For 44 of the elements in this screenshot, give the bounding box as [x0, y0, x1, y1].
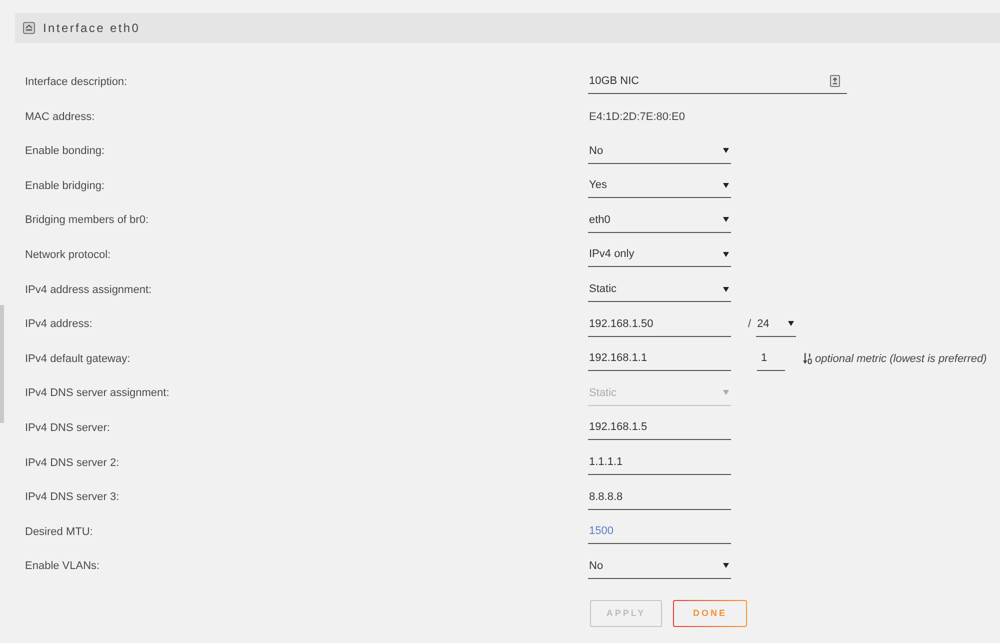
caret-icon [723, 252, 729, 257]
field-label: Desired MTU: [25, 526, 93, 538]
metric-field[interactable]: 1 [757, 346, 785, 372]
field-label: Network protocol: [25, 248, 111, 261]
caret-icon [723, 390, 729, 396]
metric-hint: optional metric (lowest is preferred) [815, 352, 987, 365]
dropdown[interactable]: eth0 [588, 208, 731, 233]
field-label: IPv4 DNS server 2: [25, 456, 120, 469]
field-label: MAC address: [25, 110, 95, 123]
dropdown[interactable]: Static [588, 277, 731, 302]
field-label: IPv4 DNS server: [25, 422, 110, 434]
caret-icon [788, 321, 794, 326]
text-field[interactable]: 10GB NIC [588, 69, 847, 94]
text-field[interactable]: 1.1.1.1 [588, 450, 731, 476]
text-field[interactable]: 192.168.1.50 [588, 312, 731, 337]
text-field[interactable]: 192.168.1.5 [588, 415, 731, 440]
mac-address-value: E4:1D:2D:7E:80:E0 [588, 110, 686, 123]
slash-separator: / [748, 318, 752, 330]
field-label: IPv4 DNS server 3: [25, 491, 120, 504]
field-label: Enable VLANs: [25, 560, 100, 572]
text-field[interactable]: 192.168.1.1 [588, 346, 731, 372]
text-field[interactable]: 8.8.8.8 [588, 484, 731, 510]
field-label: IPv4 address: [25, 318, 92, 330]
caret-icon [723, 286, 729, 292]
field-label: Interface description: [25, 76, 128, 88]
caret-icon [723, 148, 729, 154]
caret-icon [723, 182, 729, 188]
caret-icon [723, 217, 729, 222]
dropdown[interactable]: IPv4 only [588, 242, 731, 268]
field-label: Enable bridging: [25, 180, 105, 192]
field-label: IPv4 default gateway: [25, 352, 130, 365]
dropdown[interactable]: No [588, 554, 731, 579]
dropdown[interactable]: Yes [588, 173, 731, 198]
prefix-length-dropdown[interactable]: 24 [756, 312, 796, 337]
caret-icon [723, 563, 729, 568]
field-label: IPv4 address assignment: [25, 284, 152, 296]
dropdown[interactable]: No [588, 138, 731, 164]
eject-icon [23, 22, 35, 34]
text-field[interactable]: 1500 [588, 519, 731, 544]
field-label: Bridging members of br0: [25, 214, 148, 226]
panel-title: Interface eth0 [43, 21, 140, 35]
field-label: IPv4 DNS server assignment: [25, 387, 170, 400]
sort-numeric-icon [803, 353, 812, 364]
field-label: Enable bonding: [25, 145, 105, 158]
